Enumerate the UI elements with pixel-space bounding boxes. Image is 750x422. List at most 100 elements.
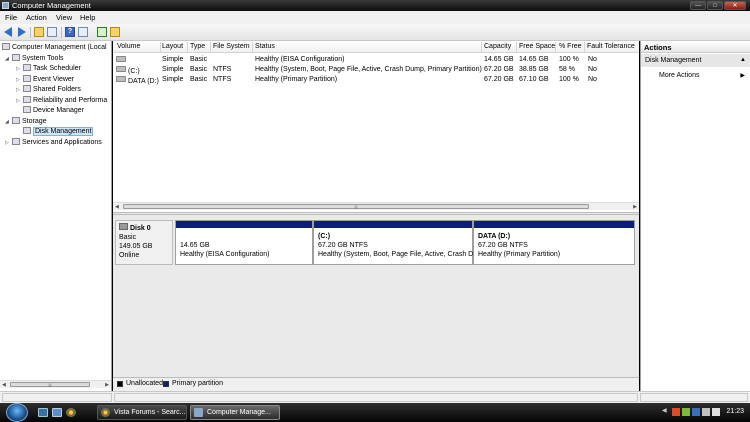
folder-icon bbox=[23, 85, 31, 92]
computer-icon bbox=[2, 43, 10, 50]
forward-arrow-icon[interactable] bbox=[17, 27, 27, 37]
filesystem-cell: NTFS bbox=[213, 66, 232, 73]
window-title: Computer Management bbox=[12, 1, 91, 10]
collapse-icon[interactable]: ◢ bbox=[5, 117, 12, 127]
actions-pane: Actions Disk Management ▲ More Actions ▶ bbox=[640, 41, 750, 391]
title-bar: Computer Management — □ ✕ bbox=[0, 0, 750, 11]
tray-app-icon[interactable] bbox=[712, 408, 720, 416]
collapse-icon[interactable]: ◢ bbox=[5, 54, 12, 64]
layout-cell: Simple bbox=[162, 66, 184, 73]
tree-item-shared-folders[interactable]: ▷ Shared Folders bbox=[16, 85, 81, 95]
partition-d[interactable]: DATA (D:) 67.20 GB NTFS Healthy (Primary… bbox=[473, 220, 635, 265]
scroll-thumb[interactable]: ||| bbox=[123, 204, 589, 209]
network-icon[interactable] bbox=[692, 408, 700, 416]
back-arrow-icon[interactable] bbox=[4, 27, 14, 37]
scroll-thumb[interactable]: ||| bbox=[10, 382, 90, 387]
legend-unallocated-swatch bbox=[117, 381, 123, 387]
expand-icon[interactable]: ▷ bbox=[5, 138, 12, 148]
expand-icon[interactable]: ▷ bbox=[16, 85, 23, 95]
tree-item-computer-management[interactable]: Computer Management (Local bbox=[2, 43, 107, 53]
collapse-arrow-icon[interactable]: ▲ bbox=[740, 57, 746, 63]
start-button[interactable] bbox=[6, 403, 28, 422]
scroll-right-icon[interactable]: ▶ bbox=[105, 382, 109, 388]
scroll-left-icon[interactable]: ◀ bbox=[115, 204, 119, 210]
type-cell: Basic bbox=[190, 76, 208, 83]
capacity-cell: 67.20 GB bbox=[484, 66, 514, 73]
legend-primary-swatch bbox=[163, 381, 169, 387]
scroll-left-icon[interactable]: ◀ bbox=[2, 382, 6, 388]
free-space-cell: 67.10 GB bbox=[519, 76, 549, 83]
column-header[interactable]: Layout bbox=[162, 43, 183, 50]
actions-section-disk-management[interactable]: Disk Management ▲ bbox=[641, 54, 750, 67]
expand-icon[interactable]: ▷ bbox=[16, 64, 23, 74]
maximize-button[interactable]: □ bbox=[707, 1, 723, 10]
menu-action[interactable]: Action bbox=[26, 13, 47, 22]
column-header[interactable]: Free Space bbox=[519, 43, 555, 50]
minimize-button[interactable]: — bbox=[690, 1, 706, 10]
partition-bar bbox=[314, 221, 472, 228]
partition-c[interactable]: (C:) 67.20 GB NTFS Healthy (System, Boot… bbox=[313, 220, 473, 265]
taskbar-button-vista-forums[interactable]: Vista Forums - Searc... bbox=[97, 405, 187, 420]
column-header[interactable]: Type bbox=[190, 43, 205, 50]
tree-item-task-scheduler[interactable]: ▷ Task Scheduler bbox=[16, 64, 81, 74]
menu-view[interactable]: View bbox=[56, 13, 72, 22]
expand-icon[interactable]: ▷ bbox=[16, 75, 23, 85]
properties-icon[interactable] bbox=[78, 27, 88, 37]
menu-file[interactable]: File bbox=[5, 13, 17, 22]
tree-item-event-viewer[interactable]: ▷ Event Viewer bbox=[16, 75, 74, 85]
tree-item-storage[interactable]: ◢ Storage bbox=[5, 117, 47, 127]
tree-item-device-manager[interactable]: Device Manager bbox=[23, 106, 84, 116]
table-row[interactable]: Simple Basic Healthy (EISA Configuration… bbox=[113, 55, 639, 65]
menu-help[interactable]: Help bbox=[80, 13, 95, 22]
storage-icon bbox=[12, 117, 20, 124]
expand-icon[interactable]: ▷ bbox=[16, 96, 23, 106]
volume-icon[interactable] bbox=[702, 408, 710, 416]
volume-cell bbox=[116, 56, 128, 65]
column-header[interactable]: Volume bbox=[117, 43, 140, 50]
close-button[interactable]: ✕ bbox=[724, 1, 746, 10]
disk-info-box[interactable]: Disk 0 Basic 149.05 GB Online bbox=[115, 220, 173, 265]
column-header[interactable]: Fault Tolerance bbox=[587, 43, 635, 50]
clock[interactable]: 21:23 bbox=[726, 408, 744, 415]
switch-windows-icon[interactable] bbox=[52, 408, 62, 417]
show-hide-tree-icon[interactable] bbox=[47, 27, 57, 37]
show-hidden-icons-icon[interactable]: ◀ bbox=[662, 407, 670, 415]
tree-item-reliability[interactable]: ▷ Reliability and Performa bbox=[16, 96, 107, 106]
volume-cell: DATA (D:) bbox=[116, 76, 159, 85]
tree-item-services-applications[interactable]: ▷ Services and Applications bbox=[5, 138, 102, 148]
type-cell: Basic bbox=[190, 66, 208, 73]
more-actions-item[interactable]: More Actions ▶ bbox=[641, 70, 750, 82]
refresh-icon[interactable] bbox=[97, 27, 107, 37]
tray-app-icon[interactable] bbox=[672, 408, 680, 416]
fault-tolerance-cell: No bbox=[588, 66, 597, 73]
taskbar-button-computer-management[interactable]: Computer Manage... bbox=[190, 405, 280, 420]
actions-header: Actions bbox=[641, 41, 750, 53]
export-list-icon[interactable] bbox=[110, 27, 120, 37]
chrome-icon[interactable] bbox=[66, 408, 76, 417]
status-bar bbox=[0, 391, 750, 403]
toolbar-separator bbox=[30, 27, 31, 38]
table-row[interactable]: (C:) Simple Basic NTFS Healthy (System, … bbox=[113, 65, 639, 75]
column-header[interactable]: % Free bbox=[559, 43, 582, 50]
tree-horizontal-scrollbar[interactable]: ◀ ||| ▶ bbox=[0, 380, 111, 388]
column-header[interactable]: Status bbox=[255, 43, 275, 50]
scroll-right-icon[interactable]: ▶ bbox=[633, 204, 637, 210]
partition-eisa[interactable]: 14.65 GB Healthy (EISA Configuration) bbox=[175, 220, 313, 265]
disk-graphical-view: Disk 0 Basic 149.05 GB Online 14.65 GB H… bbox=[113, 215, 639, 391]
tray-app-icon[interactable] bbox=[682, 408, 690, 416]
up-folder-icon[interactable] bbox=[34, 27, 44, 37]
drive-icon bbox=[116, 56, 126, 62]
column-header[interactable]: Capacity bbox=[484, 43, 511, 50]
tree-item-system-tools[interactable]: ◢ System Tools bbox=[5, 54, 64, 64]
help-icon[interactable]: ? bbox=[65, 27, 75, 37]
volume-list-horizontal-scrollbar[interactable]: ◀ ||| ▶ bbox=[113, 202, 639, 210]
legend: Unallocated Primary partition bbox=[113, 377, 639, 391]
fault-tolerance-cell: No bbox=[588, 76, 597, 83]
system-tray: ◀ 21:23 bbox=[660, 403, 750, 422]
status-pane bbox=[640, 393, 748, 402]
volume-list-header: Volume Layout Type File System Status Ca… bbox=[113, 41, 639, 53]
column-header[interactable]: File System bbox=[213, 43, 250, 50]
tree-item-disk-management[interactable]: Disk Management bbox=[23, 127, 94, 137]
show-desktop-icon[interactable] bbox=[38, 408, 48, 417]
table-row[interactable]: DATA (D:) Simple Basic NTFS Healthy (Pri… bbox=[113, 75, 639, 85]
